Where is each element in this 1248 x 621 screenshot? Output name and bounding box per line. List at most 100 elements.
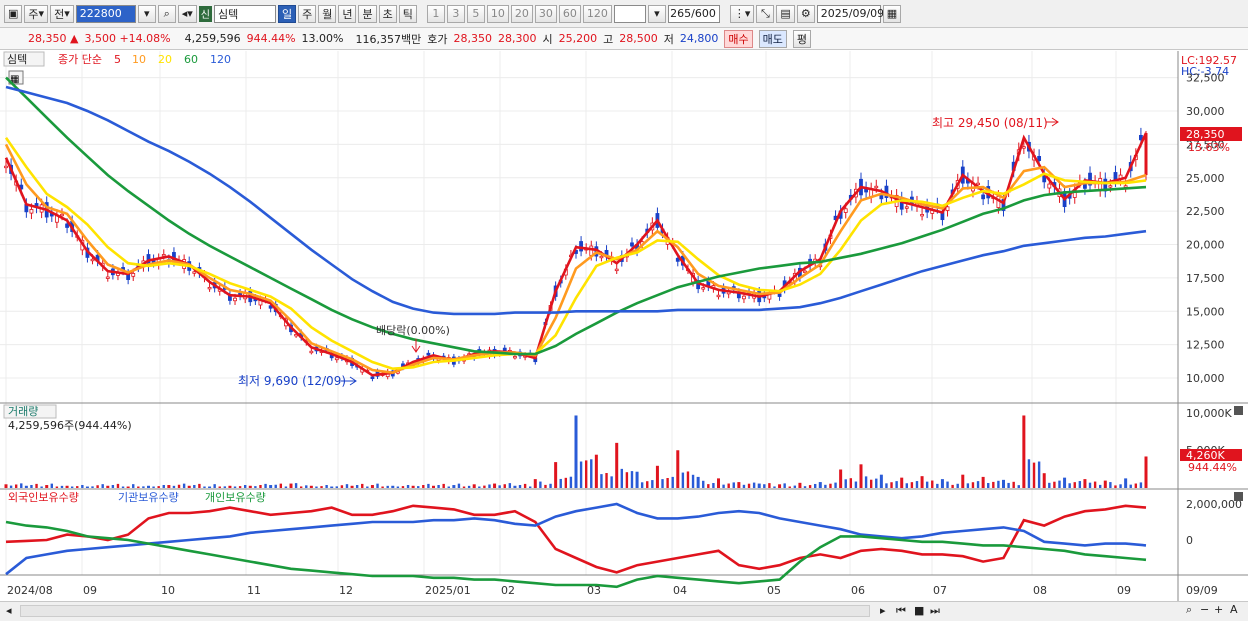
eval-button[interactable]: 평 <box>792 29 811 48</box>
low-label: 저 <box>663 32 674 46</box>
volume-bar <box>467 485 471 488</box>
volume-bar <box>1083 479 1087 488</box>
volume-bar <box>508 483 512 488</box>
market-select[interactable]: 주 ▾ <box>24 4 49 23</box>
x-axis-label: 07 <box>933 584 947 597</box>
volume-bar <box>198 483 201 488</box>
volume-bar <box>981 476 985 488</box>
x-axis-label: 06 <box>851 584 865 597</box>
volume-bar <box>793 485 797 488</box>
volume-bar <box>1144 456 1148 488</box>
zoom-in-icon[interactable]: + <box>1214 603 1223 616</box>
volume-bar <box>493 483 497 488</box>
panel-title[interactable]: 심텍 <box>7 53 27 66</box>
buy-button[interactable]: 매수 <box>724 29 753 48</box>
volume-bar <box>1093 481 1097 488</box>
interval-10[interactable]: 10 <box>486 4 509 23</box>
layout-icon[interactable]: ▣ <box>4 4 23 23</box>
volume-close-icon[interactable] <box>1234 406 1243 415</box>
volume-bar <box>1022 415 1026 488</box>
sell-button[interactable]: 매도 <box>758 29 787 48</box>
play-last-icon[interactable]: ⏭ <box>930 604 940 618</box>
text-size-icon[interactable]: A <box>1230 603 1238 616</box>
calendar-icon[interactable]: ▦ <box>882 4 902 23</box>
volume-bar <box>742 484 746 488</box>
volume-bar <box>14 484 18 488</box>
play-first-icon[interactable]: ⏮ <box>896 604 906 618</box>
x-axis-end-date: 09/09 <box>1186 584 1218 597</box>
volume-bar <box>859 464 863 488</box>
scroll-right-icon[interactable]: ▸ <box>880 604 886 617</box>
volume-bar <box>813 483 817 488</box>
period-day[interactable]: 일 <box>277 4 297 23</box>
speaker-icon[interactable]: ◂▾ <box>177 4 197 23</box>
volume-bar <box>20 483 23 488</box>
chart-canvas[interactable]: 심텍 종가 단순 5 10 20 60 120 ▦ LC:192.57 HC:-3.74… <box>0 51 1248 601</box>
candle-body <box>90 258 95 262</box>
volume-bar <box>208 486 212 488</box>
stock-name-field[interactable]: 심텍 <box>213 4 276 23</box>
period-month[interactable]: 월 <box>318 4 337 23</box>
volume-panel-title[interactable]: 거래량 <box>8 405 38 418</box>
x-axis-label: 05 <box>767 584 781 597</box>
volume-bar <box>931 480 934 488</box>
save-icon[interactable]: ▤ <box>776 4 795 23</box>
volume-bar <box>528 486 532 488</box>
period-week[interactable]: 주 <box>298 4 317 23</box>
interval-120[interactable]: 120 <box>582 4 612 23</box>
volume-bar <box>320 486 323 488</box>
scroll-bar[interactable]: ◂ ▸ ⏮ ■ ⏭ ⌕ − + A <box>0 601 1248 621</box>
interval-dropdown-icon[interactable]: ▾ <box>647 4 666 23</box>
interval-1[interactable]: 1 <box>426 4 445 23</box>
volume-bar <box>264 483 267 488</box>
volume-bar <box>437 485 440 488</box>
interval-custom-input[interactable] <box>613 4 646 23</box>
candle-body <box>60 213 64 217</box>
code-dropdown-icon[interactable]: ▾ <box>137 4 156 23</box>
volume-bar <box>987 483 990 488</box>
volume-bar <box>305 485 308 488</box>
stock-code-input[interactable]: 222800 <box>75 4 136 23</box>
holding-close-icon[interactable] <box>1234 492 1243 501</box>
volume-bar <box>798 482 802 488</box>
volume-bar <box>284 486 288 488</box>
volume-bar <box>381 486 384 488</box>
chart-area[interactable]: 심텍 종가 단순 5 10 20 60 120 ▦ LC:192.57 HC:-3.74… <box>0 51 1248 601</box>
volume-bar <box>55 486 59 488</box>
volume-bar <box>864 476 868 488</box>
x-axis-label: 12 <box>339 584 353 597</box>
period-year[interactable]: 년 <box>338 4 357 23</box>
zoom-out-icon[interactable]: − <box>1200 603 1209 616</box>
stop-icon[interactable]: ■ <box>914 604 924 617</box>
period-tick[interactable]: 틱 <box>398 4 417 23</box>
volume-bar <box>447 486 450 488</box>
interval-3[interactable]: 3 <box>446 4 465 23</box>
volume-bar <box>376 483 379 488</box>
candle-body <box>742 295 746 300</box>
price-ytick: 17,500 <box>1186 272 1225 285</box>
interval-20[interactable]: 20 <box>510 4 533 23</box>
volume-bar <box>890 482 893 488</box>
candle-style-icon[interactable]: ⋮▾ <box>729 4 755 23</box>
period-minute[interactable]: 분 <box>358 4 377 23</box>
volume-bar <box>752 482 756 488</box>
scroll-left-icon[interactable]: ◂ <box>6 604 12 617</box>
range-select[interactable]: 전 ▾ <box>50 4 74 23</box>
period-second[interactable]: 초 <box>378 4 397 23</box>
volume-bar <box>203 486 206 488</box>
date-field[interactable]: 2025/09/09 <box>816 4 884 23</box>
interval-30[interactable]: 30 <box>534 4 557 23</box>
candle-body <box>426 352 431 356</box>
zoom-icon[interactable]: ⌕ <box>1186 603 1192 617</box>
data-count-field[interactable]: 265/600 <box>667 4 720 23</box>
ma-legend-60: 60 <box>184 53 198 66</box>
interval-60[interactable]: 60 <box>558 4 581 23</box>
volume-bar <box>472 484 476 488</box>
settings-gear-icon[interactable]: ⚙ <box>796 4 815 23</box>
interval-5[interactable]: 5 <box>466 4 485 23</box>
search-icon[interactable]: ⌕ <box>157 4 176 23</box>
volume-bar <box>518 485 522 488</box>
crosshair-icon[interactable]: ⤡ <box>756 4 775 23</box>
scroll-track[interactable] <box>20 605 870 617</box>
volume-bar <box>355 485 359 488</box>
